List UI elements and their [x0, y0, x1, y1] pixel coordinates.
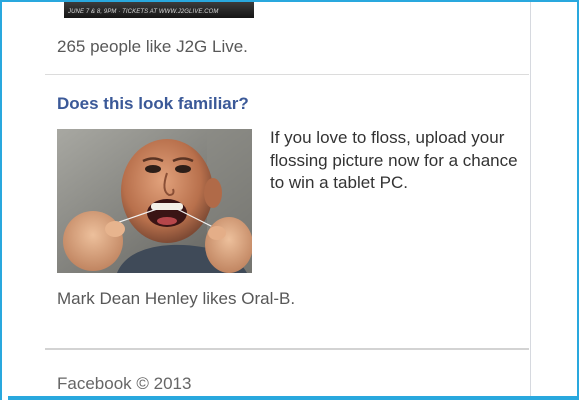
screenshot-frame: JUNE 7 & 8, 9PM · TICKETS AT WWW.J2GLIVE… [0, 0, 579, 400]
ad-title-link[interactable]: Does this look familiar? [57, 94, 249, 114]
ad-social-context: Mark Dean Henley likes Oral-B. [57, 289, 296, 308]
divider [45, 74, 529, 75]
divider [45, 348, 529, 350]
ad-image[interactable] [57, 129, 252, 273]
footer-copyright[interactable]: Facebook © 2013 [57, 374, 191, 394]
right-sidebar-column: JUNE 7 & 8, 9PM · TICKETS AT WWW.J2GLIVE… [45, 2, 531, 400]
man-flossing-photo [57, 129, 252, 273]
ad-body-text: If you love to floss, upload your flossi… [270, 128, 518, 192]
page-like-banner-image[interactable]: JUNE 7 & 8, 9PM · TICKETS AT WWW.J2GLIVE… [64, 2, 254, 18]
page-likes-count: 265 people like J2G Live. [57, 37, 248, 56]
frame-bottom-border [8, 396, 577, 400]
banner-text: JUNE 7 & 8, 9PM · TICKETS AT WWW.J2GLIVE… [68, 9, 219, 15]
